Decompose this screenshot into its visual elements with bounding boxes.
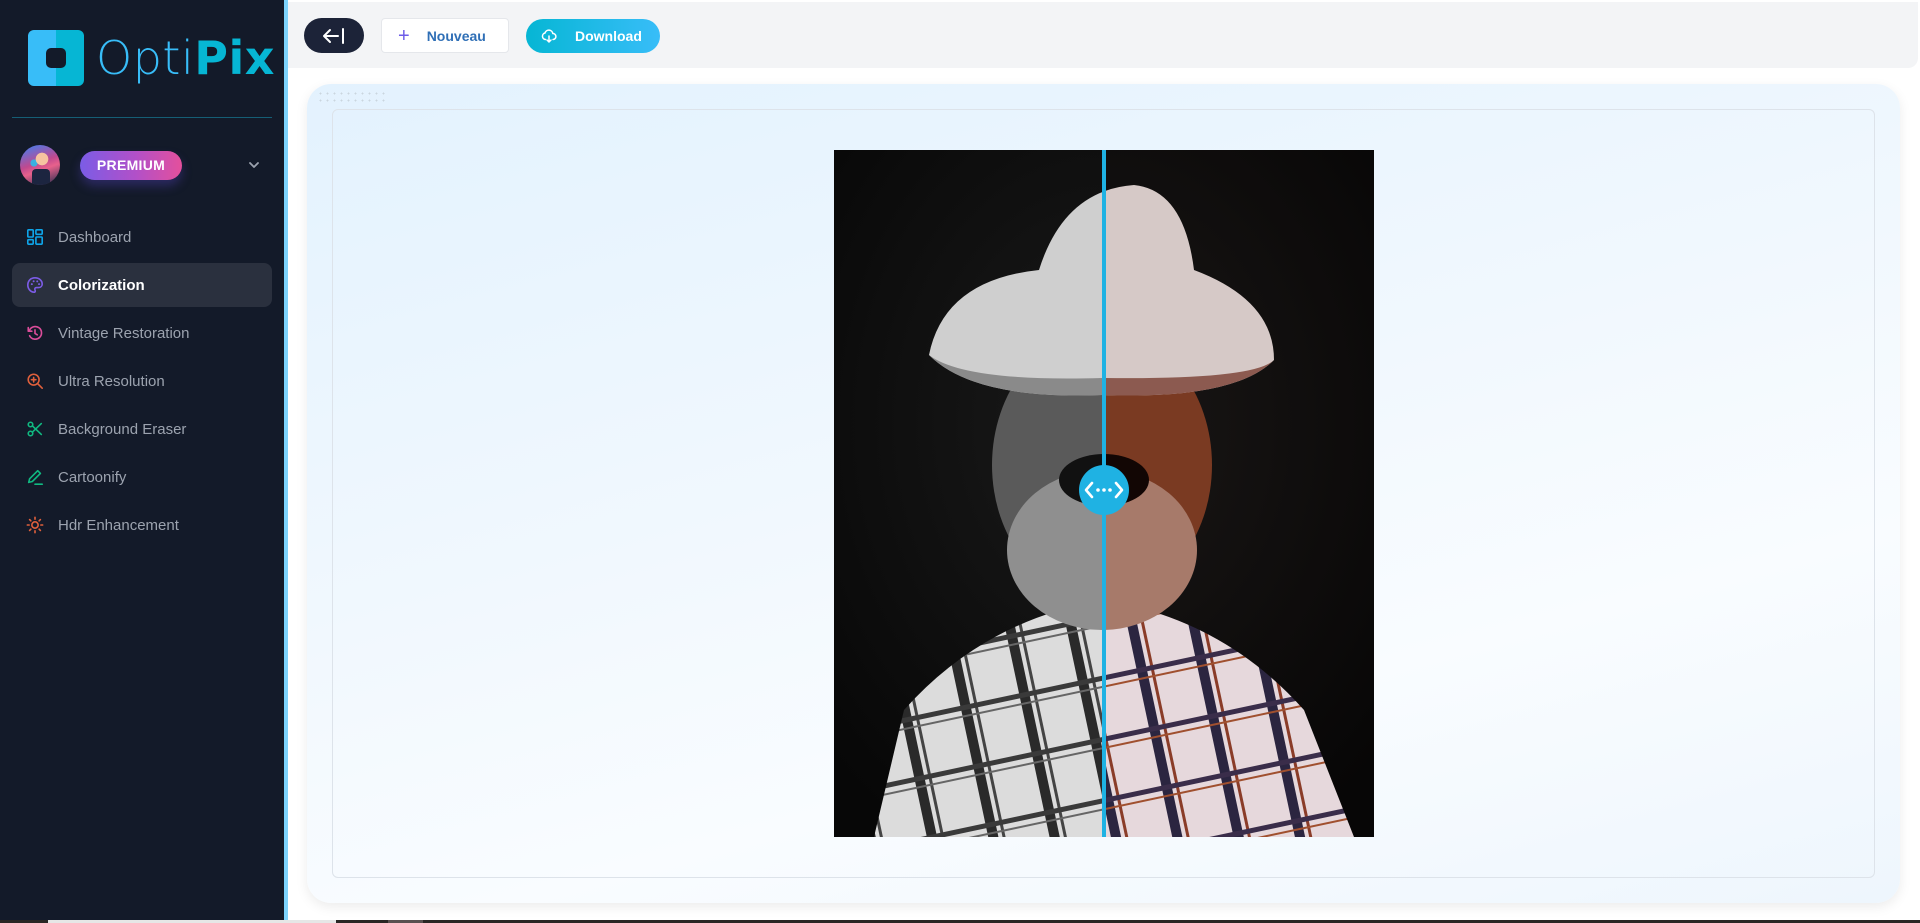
sidebar-item-label: Vintage Restoration [58,324,190,342]
decorative-dots [317,90,387,106]
sidebar-resize-edge [284,0,288,920]
history-icon [25,323,45,343]
sidebar-nav: Dashboard Colorization Vintage Restorati… [12,215,272,551]
arrow-left-to-line-icon [323,27,344,44]
sun-icon [25,515,45,535]
sidebar-item-label: Ultra Resolution [58,372,165,390]
sidebar-item-background-eraser[interactable]: Background Eraser [12,407,272,451]
app-logo[interactable]: OptiPix [28,29,275,86]
sidebar-item-colorization[interactable]: Colorization [12,263,272,307]
scissors-icon [25,419,45,439]
collapse-sidebar-button[interactable] [304,18,364,53]
toolbar: + Nouveau Download [288,2,1918,68]
zoom-in-icon [25,371,45,391]
premium-badge: PREMIUM [80,151,182,180]
sidebar-divider [12,117,272,118]
sidebar-item-ultra-resolution[interactable]: Ultra Resolution [12,359,272,403]
logo-mark-icon [28,29,84,86]
app-name: OptiPix [96,35,275,81]
user-menu[interactable]: PREMIUM [20,145,270,185]
app-name-part1: Opti [96,30,195,85]
plus-icon: + [398,24,410,47]
palette-icon [25,275,45,295]
sidebar-item-hdr-enhancement[interactable]: Hdr Enhancement [12,503,272,547]
cloud-download-icon [541,28,557,44]
download-button-label: Download [575,28,642,44]
sidebar-item-dashboard[interactable]: Dashboard [12,215,272,259]
pen-icon [25,467,45,487]
sidebar-item-vintage-restoration[interactable]: Vintage Restoration [12,311,272,355]
dashboard-grid-icon [25,227,45,247]
sidebar-item-label: Background Eraser [58,420,187,438]
arrows-horizontal-icon [1084,481,1124,499]
sidebar-item-label: Colorization [58,276,145,294]
new-button[interactable]: + Nouveau [381,18,509,53]
app-name-part2: Pix [194,30,275,85]
sidebar: OptiPix PREMIUM Dashboard Colorization V… [0,0,284,920]
download-button[interactable]: Download [526,19,660,53]
sidebar-item-cartoonify[interactable]: Cartoonify [12,455,272,499]
avatar[interactable] [20,145,60,185]
before-after-comparison[interactable] [834,150,1374,837]
app-root: OptiPix PREMIUM Dashboard Colorization V… [0,0,1920,923]
sidebar-item-label: Hdr Enhancement [58,516,179,534]
sidebar-item-label: Dashboard [58,228,132,246]
new-button-label: Nouveau [426,27,486,44]
chevron-down-icon[interactable] [246,157,262,173]
sidebar-item-label: Cartoonify [58,468,127,486]
comparison-slider-handle[interactable] [1079,465,1129,515]
